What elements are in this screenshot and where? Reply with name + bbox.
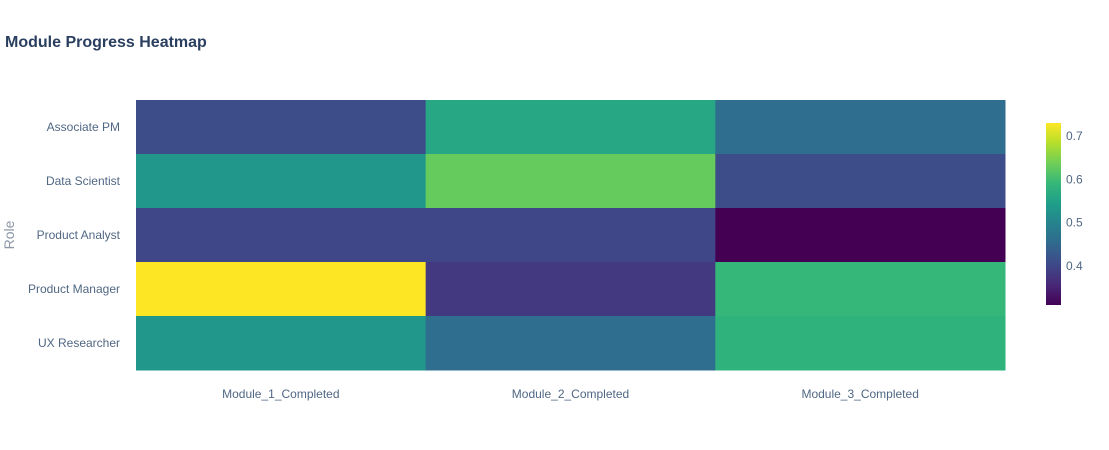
heatmap-cell[interactable] <box>425 316 716 371</box>
x-axis-ticks: Module_1_Completed Module_2_Completed Modu… <box>222 387 919 401</box>
heatmap-cell[interactable] <box>715 316 1006 371</box>
heatmap-cell[interactable] <box>136 262 427 317</box>
y-axis-ticks: Associate PM Data Scientist Product Analys… <box>28 120 121 350</box>
heatmap-cell[interactable] <box>715 208 1006 263</box>
colorbar-tick-label: 0.5 <box>1066 216 1083 230</box>
colorbar-tick-label: 0.4 <box>1066 259 1083 273</box>
heatmap-cell[interactable] <box>715 262 1006 317</box>
heatmap-cell[interactable] <box>136 316 427 371</box>
heatmap-chart: Associate PM Data Scientist Product Analys… <box>1 100 1083 401</box>
heatmap-cell[interactable] <box>136 100 427 155</box>
y-tick-label: UX Researcher <box>38 336 120 350</box>
colorbar-gradient <box>1046 123 1061 305</box>
heatmap-cell[interactable] <box>136 208 427 263</box>
y-tick-label: Product Analyst <box>37 228 121 242</box>
x-tick-label: Module_3_Completed <box>801 387 918 401</box>
y-tick-label: Associate PM <box>47 120 120 134</box>
colorbar-tick-label: 0.6 <box>1066 172 1083 186</box>
x-tick-label: Module_1_Completed <box>222 387 339 401</box>
x-tick-label: Module_2_Completed <box>512 387 629 401</box>
heatmap-cell[interactable] <box>425 208 716 263</box>
heatmap-cell[interactable] <box>425 262 716 317</box>
heatmap-cell[interactable] <box>715 154 1006 209</box>
chart-container: Module Progress Heatmap Associate PM Data… <box>0 0 1109 450</box>
y-tick-label: Product Manager <box>28 282 120 296</box>
y-axis-title: Role <box>1 220 17 249</box>
heatmap-cell[interactable] <box>425 100 716 155</box>
heatmap-cell[interactable] <box>715 100 1006 155</box>
colorbar-tick-label: 0.7 <box>1066 129 1083 143</box>
heatmap-cells <box>136 100 1006 371</box>
heatmap-cell[interactable] <box>136 154 427 209</box>
y-tick-label: Data Scientist <box>46 174 121 188</box>
heatmap-cell[interactable] <box>425 154 716 209</box>
colorbar: 0.4 0.5 0.6 0.7 <box>1046 123 1083 305</box>
